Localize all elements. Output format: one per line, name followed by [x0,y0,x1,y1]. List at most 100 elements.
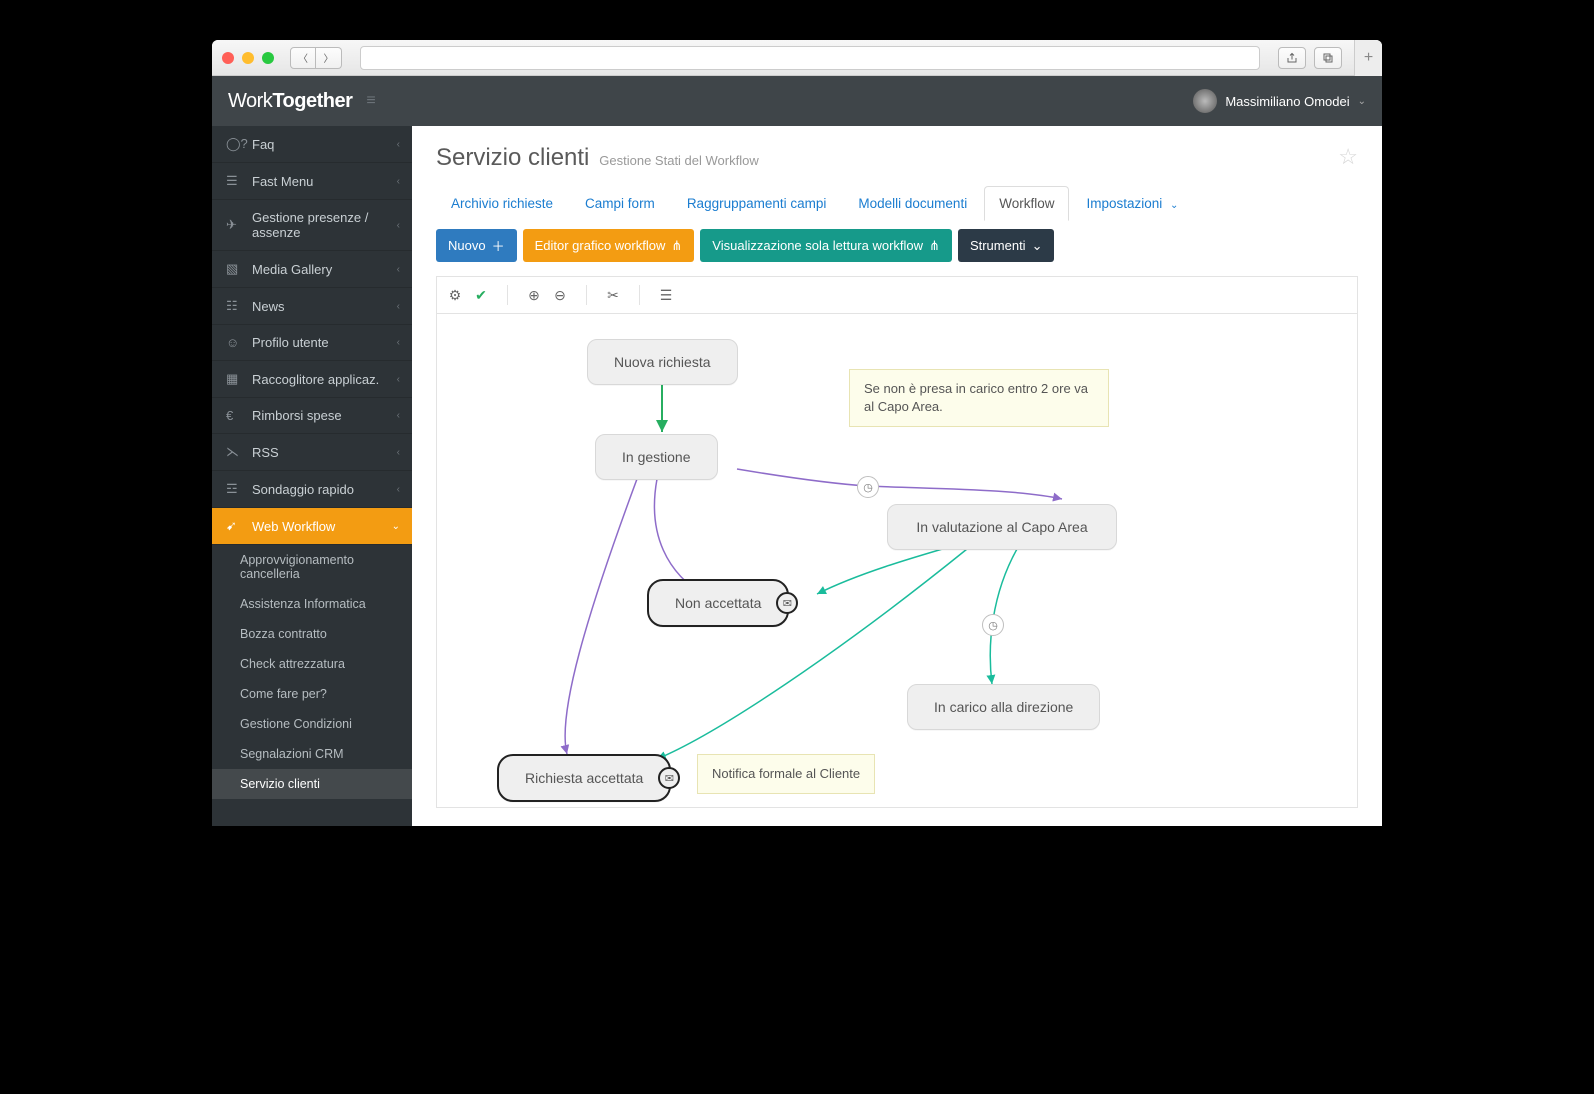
user-menu[interactable]: Massimiliano Omodei ⌄ [1193,89,1366,113]
mail-icon: ✉ [776,592,798,614]
nuovo-button[interactable]: Nuovo ＋ [436,229,517,262]
button-label: Visualizzazione sola lettura workflow [712,238,923,253]
sidebar-item-media[interactable]: ▧ Media Gallery ‹ [212,251,412,288]
strumenti-button[interactable]: Strumenti ⌄ [958,229,1055,262]
button-label: Nuovo [448,238,486,253]
zoom-in-icon[interactable]: ⊕ [526,287,542,304]
tab-modelli[interactable]: Modelli documenti [843,186,982,221]
chart-icon: ☲ [226,481,242,497]
timer-icon[interactable]: ◷ [857,476,879,498]
tab-archivio[interactable]: Archivio richieste [436,186,568,221]
sidebar-item-rimborsi[interactable]: € Rimborsi spese ‹ [212,398,412,434]
share-icon[interactable] [1278,47,1306,69]
chevron-left-icon: ‹ [397,220,400,231]
sidebar: ◯? Faq ‹ ☰ Fast Menu ‹ ✈ Gestione presen… [212,126,412,826]
node-accettata[interactable]: Richiesta accettata ✉ [497,754,671,802]
share-icon: ⋔ [929,238,940,254]
sidebar-item-raccoglitore[interactable]: ▦ Raccoglitore applicaz. ‹ [212,361,412,398]
logo-bold: Together [272,90,352,112]
timer-icon[interactable]: ◷ [982,614,1004,636]
node-in-carico[interactable]: In carico alla direzione [907,684,1100,730]
chevron-down-icon: ⌄ [392,521,400,532]
sidebar-item-label: Gestione presenze / assenze [252,210,398,240]
chevron-down-icon: ⌄ [1358,96,1366,107]
node-non-accettata[interactable]: Non accettata ✉ [647,579,789,627]
sidebar-item-workflow[interactable]: ➹ Web Workflow ⌄ [212,508,412,545]
back-button[interactable]: 〈 [290,47,316,69]
sidebar-item-faq[interactable]: ◯? Faq ‹ [212,126,412,163]
sidebar-sub-assistenza[interactable]: Assistenza Informatica [212,589,412,619]
node-valutazione[interactable]: In valutazione al Capo Area [887,504,1117,550]
chevron-left-icon: ‹ [397,139,400,150]
chevron-left-icon: ‹ [397,484,400,495]
new-tab-button[interactable]: + [1354,40,1382,76]
close-window[interactable] [222,52,234,64]
plane-icon: ✈ [226,217,242,233]
euro-icon: € [226,408,242,423]
grid-icon: ▦ [226,371,242,387]
sidebar-sub-segnalazioni[interactable]: Segnalazioni CRM [212,739,412,769]
sidebar-sub-check[interactable]: Check attrezzatura [212,649,412,679]
chevron-down-icon: ⌄ [1170,200,1178,211]
plus-icon: ＋ [492,236,505,255]
menu-toggle-icon[interactable]: ≡ [366,92,375,110]
tab-workflow[interactable]: Workflow [984,186,1069,221]
canvas-toolstrip: ⚙ ✔ ⊕ ⊖ ✂ ☰ [436,276,1358,313]
chevron-left-icon: ‹ [397,447,400,458]
news-icon: ☷ [226,298,242,314]
sidebar-sub-bozza[interactable]: Bozza contratto [212,619,412,649]
sidebar-item-label: Web Workflow [252,519,335,534]
rss-icon: ⋋ [226,444,242,460]
avatar [1193,89,1217,113]
zoom-out-icon[interactable]: ⊖ [552,287,568,304]
user-icon: ☺ [226,335,242,350]
sidebar-item-label: Media Gallery [252,262,332,277]
note-notifica[interactable]: Notifica formale al Cliente [697,754,875,794]
workflow-canvas[interactable]: Nuova richiesta In gestione In valutazio… [436,313,1358,808]
tab-label: Impostazioni [1086,196,1162,211]
app-header: WorkTogether ≡ Massimiliano Omodei ⌄ [212,76,1382,126]
main-content: Servizio clienti Gestione Stati del Work… [412,126,1382,826]
rocket-icon: ➹ [226,518,242,534]
scissors-icon[interactable]: ✂ [605,287,621,304]
share-icon: ⋔ [671,238,682,254]
sidebar-item-profilo[interactable]: ☺ Profilo utente ‹ [212,325,412,361]
mail-icon: ✉ [658,767,680,789]
tab-campi[interactable]: Campi form [570,186,670,221]
tabs-icon[interactable] [1314,47,1342,69]
maximize-window[interactable] [262,52,274,64]
node-in-gestione[interactable]: In gestione [595,434,718,480]
sidebar-item-presenze[interactable]: ✈ Gestione presenze / assenze ‹ [212,200,412,251]
forward-button[interactable]: 〉 [316,47,342,69]
favorite-star-icon[interactable]: ☆ [1338,144,1358,170]
sidebar-item-label: Profilo utente [252,335,329,350]
chevron-left-icon: ‹ [397,301,400,312]
editor-button[interactable]: Editor grafico workflow ⋔ [523,229,695,262]
sidebar-item-news[interactable]: ☷ News ‹ [212,288,412,325]
app-logo: WorkTogether [228,90,352,113]
check-icon[interactable]: ✔ [473,287,489,304]
url-bar[interactable] [360,46,1260,70]
tabs: Archivio richieste Campi form Raggruppam… [412,172,1382,221]
sidebar-item-rss[interactable]: ⋋ RSS ‹ [212,434,412,471]
browser-chrome: 〈 〉 + [212,40,1382,76]
sidebar-sub-condizioni[interactable]: Gestione Condizioni [212,709,412,739]
list-icon[interactable]: ☰ [658,287,674,304]
note-capo-area[interactable]: Se non è presa in carico entro 2 ore va … [849,369,1109,427]
sidebar-item-fastmenu[interactable]: ☰ Fast Menu ‹ [212,163,412,200]
visualizzazione-button[interactable]: Visualizzazione sola lettura workflow ⋔ [700,229,952,262]
settings-gear-icon[interactable]: ⚙ [447,287,463,304]
tab-raggruppamenti[interactable]: Raggruppamenti campi [672,186,842,221]
sidebar-item-label: Rimborsi spese [252,408,342,423]
window-controls [222,52,274,64]
chevron-down-icon: ⌄ [1032,238,1043,254]
minimize-window[interactable] [242,52,254,64]
sidebar-sub-approvvigionamento[interactable]: Approvvigionamento cancelleria [212,545,412,589]
sidebar-sub-comefare[interactable]: Come fare per? [212,679,412,709]
node-nuova-richiesta[interactable]: Nuova richiesta [587,339,738,385]
sidebar-sub-servizio[interactable]: Servizio clienti [212,769,412,799]
chevron-left-icon: ‹ [397,410,400,421]
tab-impostazioni[interactable]: Impostazioni ⌄ [1071,186,1193,221]
sidebar-item-sondaggio[interactable]: ☲ Sondaggio rapido ‹ [212,471,412,508]
sidebar-item-label: Faq [252,137,274,152]
